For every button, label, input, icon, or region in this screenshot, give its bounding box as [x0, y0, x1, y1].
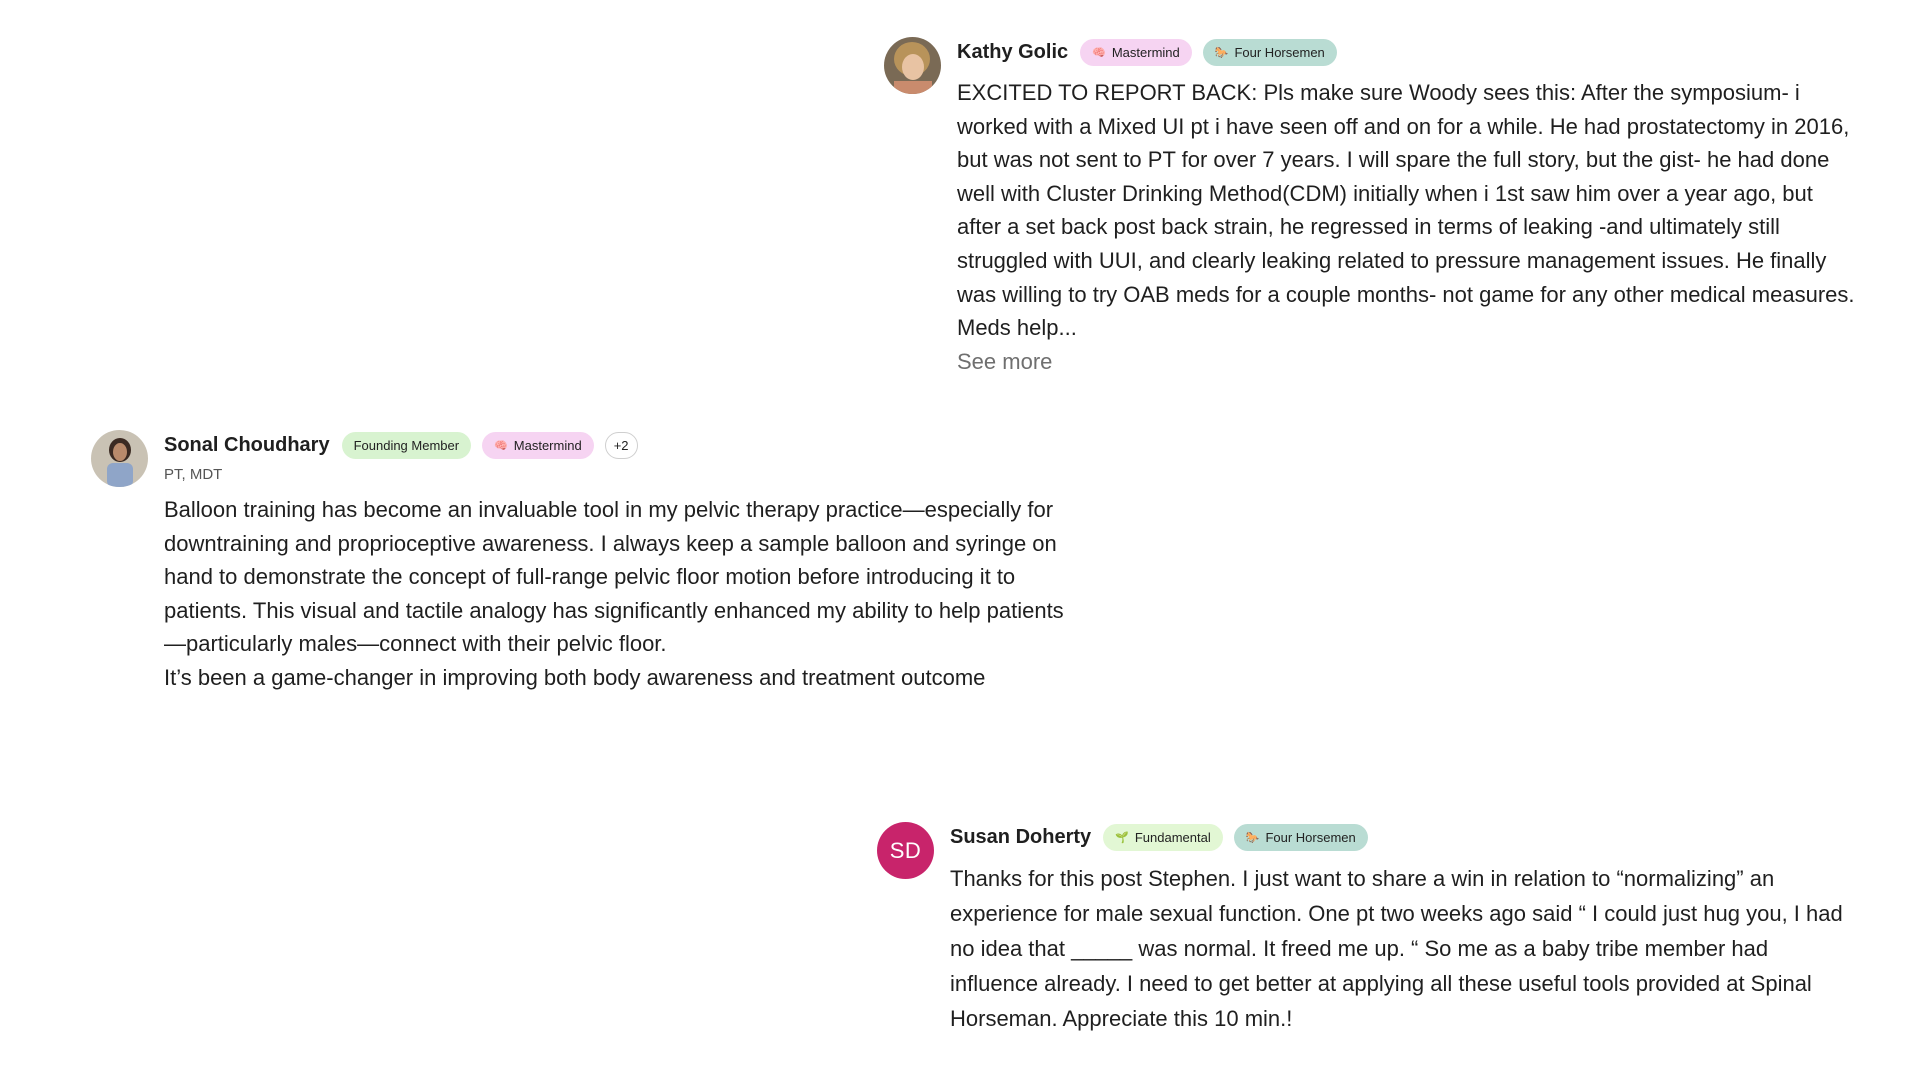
brain-icon: 🧠	[1092, 46, 1106, 59]
comment-body: Balloon training has become an invaluabl…	[164, 493, 1074, 695]
comment-body: EXCITED TO REPORT BACK: Pls make sure Wo…	[957, 80, 1855, 341]
comment-content: Kathy Golic 🧠 Mastermind 🐎 Four Horsemen…	[957, 37, 1884, 378]
badge-label: Fundamental	[1134, 829, 1211, 845]
badge-fundamental: 🌱 Fundamental	[1103, 823, 1223, 851]
comment-content: Susan Doherty 🌱 Fundamental 🐎 Four Horse…	[950, 822, 1877, 1036]
badge-mastermind: 🧠 Mastermind	[482, 431, 594, 459]
user-photo-icon	[91, 430, 148, 487]
badge-label: Mastermind	[1111, 44, 1180, 60]
seedling-icon: 🌱	[1115, 831, 1129, 844]
avatar[interactable]: SD	[877, 822, 934, 879]
brain-icon: 🧠	[494, 439, 508, 452]
comment-header: Kathy Golic 🧠 Mastermind 🐎 Four Horsemen	[957, 37, 1884, 67]
comment-header: Sonal Choudhary Founding Member 🧠 Master…	[164, 430, 1091, 460]
comment-content: Sonal Choudhary Founding Member 🧠 Master…	[164, 430, 1091, 695]
author-name[interactable]: Sonal Choudhary	[164, 434, 330, 457]
comment-body: Thanks for this post Stephen. I just wan…	[950, 866, 1843, 1031]
comment-header: Susan Doherty 🌱 Fundamental 🐎 Four Horse…	[950, 822, 1877, 852]
avatar-initials: SD	[889, 837, 922, 863]
user-photo-icon	[884, 37, 941, 94]
badge-founding-member: Founding Member	[341, 431, 472, 459]
comment-post: Kathy Golic 🧠 Mastermind 🐎 Four Horsemen…	[884, 37, 1884, 378]
avatar[interactable]	[884, 37, 941, 94]
horse-icon: 🐎	[1214, 46, 1229, 59]
badge-label: Founding Member	[353, 437, 460, 453]
comment-post: SD Susan Doherty 🌱 Fundamental 🐎 Four Ho…	[877, 822, 1877, 1036]
author-name[interactable]: Kathy Golic	[957, 41, 1068, 64]
comment-post: Sonal Choudhary Founding Member 🧠 Master…	[91, 430, 1091, 695]
comment-paragraph: Balloon training has become an invaluabl…	[164, 497, 1064, 657]
badge-label: Mastermind	[513, 437, 582, 453]
see-more-link[interactable]: See more	[957, 345, 1884, 378]
badge-label: Four Horsemen	[1265, 829, 1356, 845]
badge-mastermind: 🧠 Mastermind	[1080, 38, 1192, 66]
comment-paragraph: It’s been a game-changer in improving bo…	[164, 664, 986, 690]
badge-four-horsemen: 🐎 Four Horsemen	[1233, 823, 1368, 851]
author-credentials: PT, MDT	[164, 466, 223, 483]
more-badges-button[interactable]: +2	[604, 431, 638, 459]
badge-label: Four Horsemen	[1234, 44, 1325, 60]
badge-four-horsemen: 🐎 Four Horsemen	[1202, 38, 1337, 66]
author-name[interactable]: Susan Doherty	[950, 826, 1091, 849]
horse-icon: 🐎	[1245, 831, 1260, 844]
avatar[interactable]	[91, 430, 148, 487]
